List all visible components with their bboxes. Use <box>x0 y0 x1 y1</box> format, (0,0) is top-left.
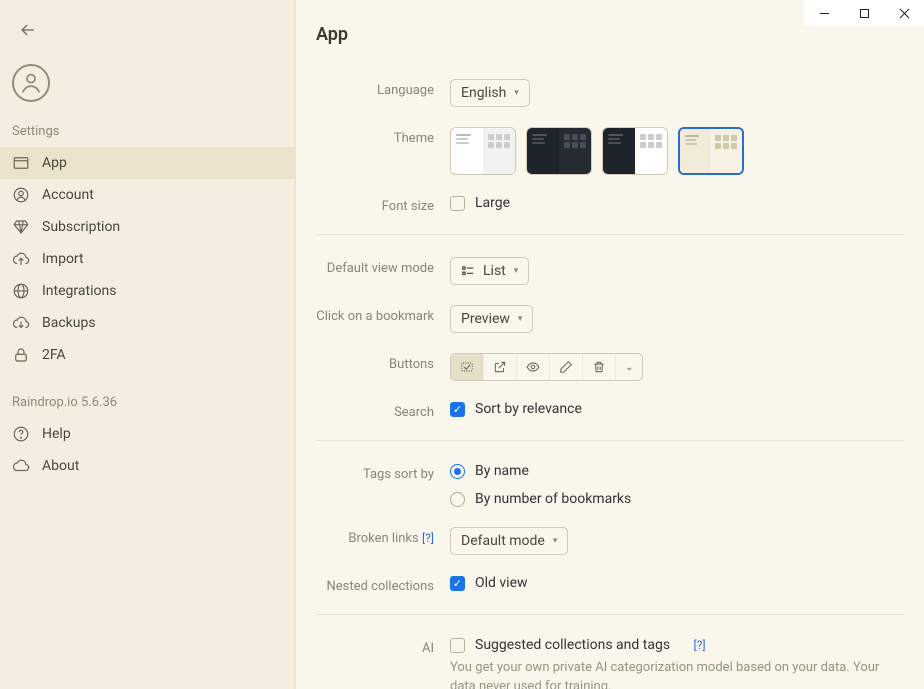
tagssort-label: Tags sort by <box>316 463 450 482</box>
ai-description: You get your own private AI categorizati… <box>450 659 890 689</box>
sidebar-item-label: App <box>42 155 67 171</box>
list-icon <box>461 264 475 278</box>
nested-oldview-label: Old view <box>475 575 528 591</box>
theme-light[interactable] <box>450 127 516 175</box>
viewmode-label: Default view mode <box>316 257 450 276</box>
fontsize-label: Font size <box>316 195 450 214</box>
lock-icon <box>12 346 30 364</box>
sidebar-item-label: Backups <box>42 315 96 331</box>
theme-mixed[interactable] <box>602 127 668 175</box>
brokenlinks-select[interactable]: Default mode▾ <box>450 527 568 555</box>
sidebar: Settings App Account Subscription Import… <box>0 0 296 689</box>
sidebar-item-label: 2FA <box>42 347 66 363</box>
search-relevance-label: Sort by relevance <box>475 401 582 417</box>
chevron-down-icon: ▾ <box>514 88 519 98</box>
language-label: Language <box>316 79 450 98</box>
theme-label: Theme <box>316 127 450 146</box>
buttons-label: Buttons <box>316 353 450 372</box>
globe-icon <box>12 282 30 300</box>
sidebar-item-label: Import <box>42 251 84 267</box>
nested-label: Nested collections <box>316 575 450 594</box>
sidebar-item-label: Subscription <box>42 219 120 235</box>
window-close[interactable] <box>884 0 924 26</box>
chevron-down-icon: ▾ <box>514 266 519 276</box>
sidebar-item-subscription[interactable]: Subscription <box>0 211 295 243</box>
language-select[interactable]: English▾ <box>450 79 530 107</box>
tagssort-byname-radio[interactable] <box>450 464 465 479</box>
window-icon <box>12 154 30 172</box>
clickbookmark-select[interactable]: Preview▾ <box>450 305 533 333</box>
sidebar-item-label: Help <box>42 426 71 442</box>
theme-sepia[interactable] <box>678 127 744 175</box>
buttons-preview-icon[interactable] <box>516 354 549 380</box>
buttons-edit-icon[interactable] <box>549 354 582 380</box>
sidebar-item-backups[interactable]: Backups <box>0 307 295 339</box>
page-title: App <box>316 24 904 45</box>
fontsize-large-checkbox[interactable] <box>450 196 465 211</box>
main-panel: App Language English▾ Theme <box>296 0 924 689</box>
buttons-delete-icon[interactable] <box>582 354 615 380</box>
sidebar-item-about[interactable]: About <box>0 450 295 482</box>
theme-dark[interactable] <box>526 127 592 175</box>
fontsize-large-label: Large <box>475 195 510 211</box>
clickbookmark-label: Click on a bookmark <box>316 305 450 324</box>
sidebar-item-label: About <box>42 458 79 474</box>
chevron-down-icon: ▾ <box>553 536 558 546</box>
tagssort-bycount-radio[interactable] <box>450 492 465 507</box>
tagssort-byname-label: By name <box>475 463 529 479</box>
buttons-group: ⌄ <box>450 353 643 381</box>
buttons-more-icon[interactable]: ⌄ <box>615 354 642 380</box>
back-button[interactable] <box>18 20 295 40</box>
help-icon <box>12 425 30 443</box>
buttons-select-icon[interactable] <box>451 354 483 380</box>
avatar[interactable] <box>12 64 50 102</box>
cloud-icon <box>12 457 30 475</box>
sidebar-heading: Settings <box>0 120 295 147</box>
ai-label: AI <box>316 637 450 656</box>
chevron-down-icon: ⌄ <box>625 362 633 373</box>
sidebar-item-import[interactable]: Import <box>0 243 295 275</box>
search-label: Search <box>316 401 450 420</box>
download-cloud-icon <box>12 314 30 332</box>
buttons-open-icon[interactable] <box>483 354 516 380</box>
brokenlinks-help[interactable]: [?] <box>422 531 434 545</box>
chevron-down-icon: ▾ <box>518 314 523 324</box>
sidebar-item-app[interactable]: App <box>0 147 295 179</box>
search-relevance-checkbox[interactable]: ✓ <box>450 402 465 417</box>
ai-suggested-label: Suggested collections and tags <box>475 637 670 653</box>
brokenlinks-label: Broken links [?] <box>316 527 450 546</box>
diamond-icon <box>12 218 30 236</box>
sidebar-item-account[interactable]: Account <box>0 179 295 211</box>
sidebar-item-label: Integrations <box>42 283 116 299</box>
ai-suggested-checkbox[interactable] <box>450 638 465 653</box>
user-icon <box>12 186 30 204</box>
sidebar-item-label: Account <box>42 187 94 203</box>
nested-oldview-checkbox[interactable]: ✓ <box>450 576 465 591</box>
tagssort-bycount-label: By number of bookmarks <box>475 491 631 507</box>
version-label: Raindrop.io 5.6.36 <box>0 371 295 418</box>
viewmode-select[interactable]: List▾ <box>450 257 529 285</box>
sidebar-item-integrations[interactable]: Integrations <box>0 275 295 307</box>
ai-help[interactable]: [?] <box>694 638 706 652</box>
sidebar-item-help[interactable]: Help <box>0 418 295 450</box>
upload-cloud-icon <box>12 250 30 268</box>
window-minimize[interactable] <box>804 0 844 26</box>
window-maximize[interactable] <box>844 0 884 26</box>
sidebar-item-2fa[interactable]: 2FA <box>0 339 295 371</box>
